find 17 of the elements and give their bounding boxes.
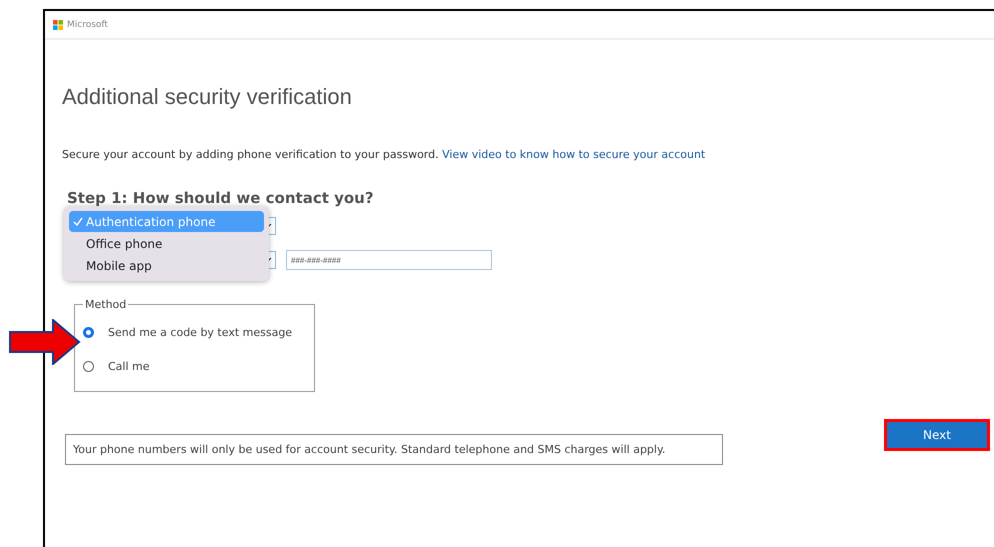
dropdown-option[interactable]: Mobile app (69, 255, 264, 276)
radio-label: Send me a code by text message (108, 326, 292, 338)
radio-label: Call me (108, 360, 150, 372)
next-button[interactable]: Next (887, 422, 987, 448)
notice-text: Your phone numbers will only be used for account security. Standard telephone and SMS charges will apply. (65, 434, 723, 465)
dropdown-option[interactable]: Office phone (69, 233, 264, 254)
check-icon (73, 216, 83, 226)
radio-button[interactable] (83, 360, 94, 372)
radio-button[interactable] (83, 326, 94, 338)
method-legend: Method (83, 298, 128, 311)
video-link[interactable]: View video to know how to secure your account (442, 148, 706, 161)
page-title: Additional security verification (62, 84, 353, 110)
intro-text: Secure your account by adding phone verification to your password. View video to know how to secure your account (62, 148, 706, 161)
logo-icon (53, 20, 63, 30)
brand-name: Microsoft (67, 20, 108, 30)
phone-field[interactable]: ###-###-#### (286, 250, 492, 270)
step-heading: Step 1: How should we contact you? (67, 189, 375, 207)
